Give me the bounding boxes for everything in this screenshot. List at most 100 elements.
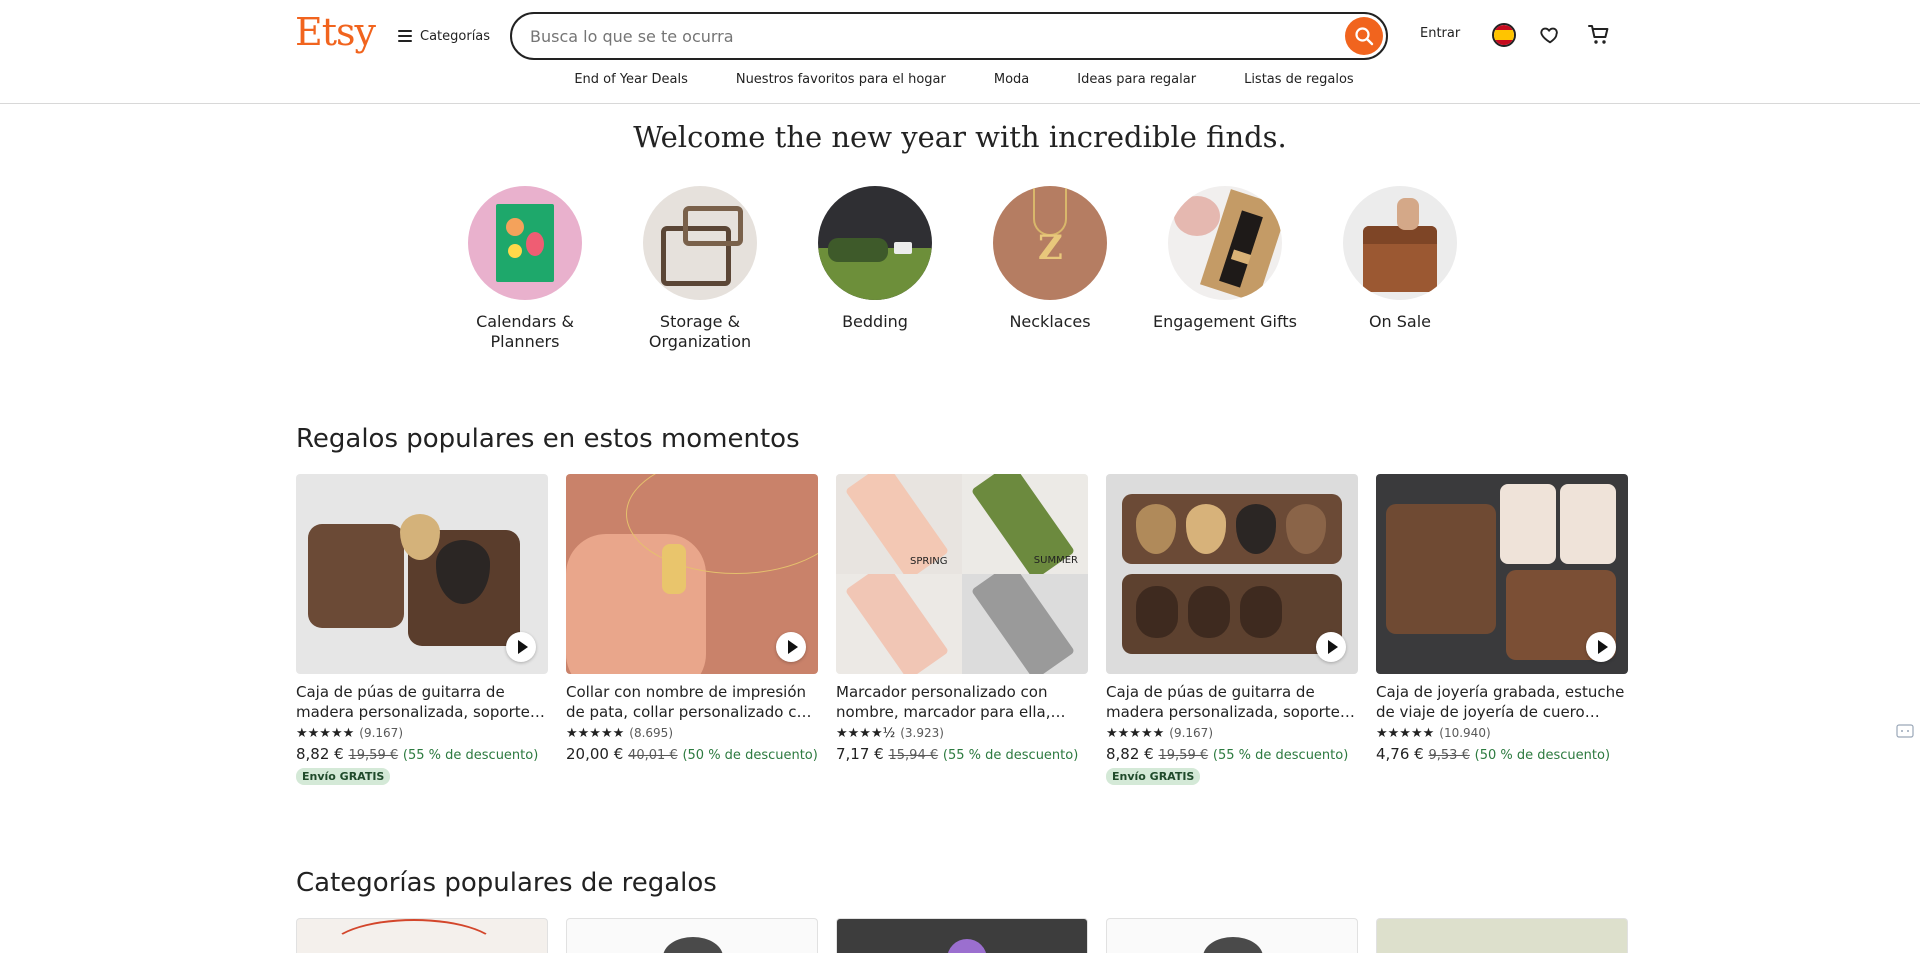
- popular-gifts-title: Regalos populares en estos momentos: [296, 424, 800, 454]
- play-video-icon[interactable]: [506, 632, 536, 662]
- free-shipping-badge: Envío GRATIS: [1106, 768, 1201, 785]
- original-price: 19,59 €: [348, 748, 399, 763]
- subnav-link-fashion[interactable]: Moda: [994, 72, 1029, 87]
- image-label-spring: SPRING: [910, 556, 948, 567]
- menu-icon: [398, 30, 412, 42]
- category-circle-label: Engagement Gifts: [1153, 312, 1297, 331]
- star-rating-icon: ★★★★★: [296, 725, 355, 741]
- categories-label: Categorías: [420, 28, 491, 44]
- category-circle-bedding[interactable]: Bedding: [818, 186, 932, 352]
- search-bar: [510, 12, 1388, 60]
- category-circle-on-sale[interactable]: On Sale: [1343, 186, 1457, 352]
- star-rating-icon: ★★★★★: [1376, 725, 1435, 741]
- hero-category-circles: Calendars & Planners Storage & Organizat…: [468, 186, 1457, 352]
- sale-price: 7,17 €: [836, 745, 884, 763]
- product-title[interactable]: Caja de púas de guitarra de madera perso…: [296, 682, 548, 722]
- spain-flag-icon[interactable]: [1492, 23, 1516, 47]
- star-rating-icon: ★★★★★: [1106, 725, 1165, 741]
- product-image[interactable]: [566, 474, 818, 674]
- free-shipping-badge: Envío GRATIS: [296, 768, 391, 785]
- product-title[interactable]: Marcador personalizado con nombre, marca…: [836, 682, 1088, 722]
- category-circle-calendars[interactable]: Calendars & Planners: [468, 186, 582, 352]
- sale-price: 20,00 €: [566, 745, 624, 763]
- product-rating: ★★★★★ (10.940): [1376, 724, 1628, 742]
- cart-icon[interactable]: [1587, 23, 1611, 47]
- engagement-gift-image: [1168, 186, 1282, 300]
- feedback-widget-icon[interactable]: [1896, 724, 1916, 742]
- category-subnav: End of Year Deals Nuestros favoritos par…: [0, 72, 1920, 87]
- product-card[interactable]: Caja de púas de guitarra de madera perso…: [1106, 474, 1358, 785]
- product-rating: ★★★★★ (9.167): [296, 724, 548, 742]
- original-price: 19,59 €: [1158, 748, 1209, 763]
- product-price: 4,76 € 9,53 € (50 % de descuento): [1376, 745, 1628, 763]
- category-card[interactable]: [1376, 918, 1628, 953]
- play-video-icon[interactable]: [1586, 632, 1616, 662]
- calendar-image: [468, 186, 582, 300]
- sale-price: 4,76 €: [1376, 745, 1424, 763]
- product-title[interactable]: Collar con nombre de impresión de pata, …: [566, 682, 818, 722]
- original-price: 9,53 €: [1428, 748, 1470, 763]
- category-card[interactable]: [836, 918, 1088, 953]
- search-button[interactable]: [1345, 17, 1383, 55]
- etsy-logo[interactable]: Etsy: [295, 10, 376, 54]
- categories-button[interactable]: Categorías: [398, 24, 490, 48]
- original-price: 15,94 €: [888, 748, 939, 763]
- popular-categories-list: [296, 918, 1628, 953]
- subnav-link-gift-ideas[interactable]: Ideas para regalar: [1077, 72, 1196, 87]
- product-rating: ★★★★★ (9.167): [1106, 724, 1358, 742]
- product-price: 8,82 € 19,59 € (55 % de descuento): [1106, 745, 1358, 763]
- play-video-icon[interactable]: [1316, 632, 1346, 662]
- product-card[interactable]: Collar con nombre de impresión de pata, …: [566, 474, 818, 785]
- necklace-image: Z: [993, 186, 1107, 300]
- discount-label: (55 % de descuento): [1212, 748, 1349, 763]
- discount-label: (50 % de descuento): [1474, 748, 1611, 763]
- search-input[interactable]: [530, 26, 1310, 46]
- category-circle-storage[interactable]: Storage & Organization: [643, 186, 757, 352]
- review-count: (9.167): [1169, 726, 1213, 740]
- star-rating-icon: ★★★★½: [836, 725, 896, 741]
- original-price: 40,01 €: [628, 748, 678, 763]
- product-title[interactable]: Caja de púas de guitarra de madera perso…: [1106, 682, 1358, 722]
- sale-price: 8,82 €: [296, 745, 344, 763]
- product-image[interactable]: SUMMER SPRING: [836, 474, 1088, 674]
- product-card[interactable]: Caja de joyería grabada, estuche de viaj…: [1376, 474, 1628, 785]
- product-card[interactable]: SUMMER SPRING Marcador personalizado con…: [836, 474, 1088, 785]
- popular-gifts-list: Caja de púas de guitarra de madera perso…: [296, 474, 1628, 785]
- category-circle-necklaces[interactable]: Z Necklaces: [993, 186, 1107, 352]
- product-title[interactable]: Caja de joyería grabada, estuche de viaj…: [1376, 682, 1628, 722]
- popular-categories-title: Categorías populares de regalos: [296, 868, 717, 898]
- subnav-link-end-of-year-deals[interactable]: End of Year Deals: [574, 72, 688, 87]
- play-video-icon[interactable]: [776, 632, 806, 662]
- storage-baskets-image: [643, 186, 757, 300]
- category-card[interactable]: [296, 918, 548, 953]
- product-image[interactable]: [1106, 474, 1358, 674]
- search-icon: [1355, 27, 1374, 46]
- discount-label: (55 % de descuento): [942, 748, 1079, 763]
- product-price: 7,17 € 15,94 € (55 % de descuento): [836, 745, 1088, 763]
- image-label-summer: SUMMER: [1033, 555, 1078, 566]
- review-count: (3.923): [900, 726, 944, 740]
- category-circle-label: Bedding: [842, 312, 908, 331]
- hero-title: Welcome the new year with incredible fin…: [633, 120, 1287, 154]
- review-count: (8.695): [629, 726, 673, 740]
- category-card[interactable]: [1106, 918, 1358, 953]
- category-circle-label: Calendars & Planners: [476, 312, 574, 351]
- review-count: (10.940): [1439, 726, 1491, 740]
- heart-icon[interactable]: [1539, 24, 1561, 46]
- category-card[interactable]: [566, 918, 818, 953]
- product-image[interactable]: [296, 474, 548, 674]
- category-circle-engagement-gifts[interactable]: Engagement Gifts: [1153, 186, 1297, 352]
- site-header: Etsy Categorías Entrar End of Year Deals…: [0, 0, 1920, 104]
- review-count: (9.167): [359, 726, 403, 740]
- subnav-link-gift-lists[interactable]: Listas de regalos: [1244, 72, 1354, 87]
- star-rating-icon: ★★★★★: [566, 725, 625, 741]
- signin-link[interactable]: Entrar: [1420, 26, 1460, 41]
- product-image[interactable]: [1376, 474, 1628, 674]
- product-card[interactable]: Caja de púas de guitarra de madera perso…: [296, 474, 548, 785]
- discount-label: (55 % de descuento): [402, 748, 539, 763]
- subnav-link-home-favorites[interactable]: Nuestros favoritos para el hogar: [736, 72, 946, 87]
- product-rating: ★★★★★ (8.695): [566, 724, 818, 742]
- product-rating: ★★★★½ (3.923): [836, 724, 1088, 742]
- category-circle-label: Necklaces: [1009, 312, 1091, 331]
- product-price: 20,00 € 40,01 € (50 % de descuento): [566, 745, 818, 763]
